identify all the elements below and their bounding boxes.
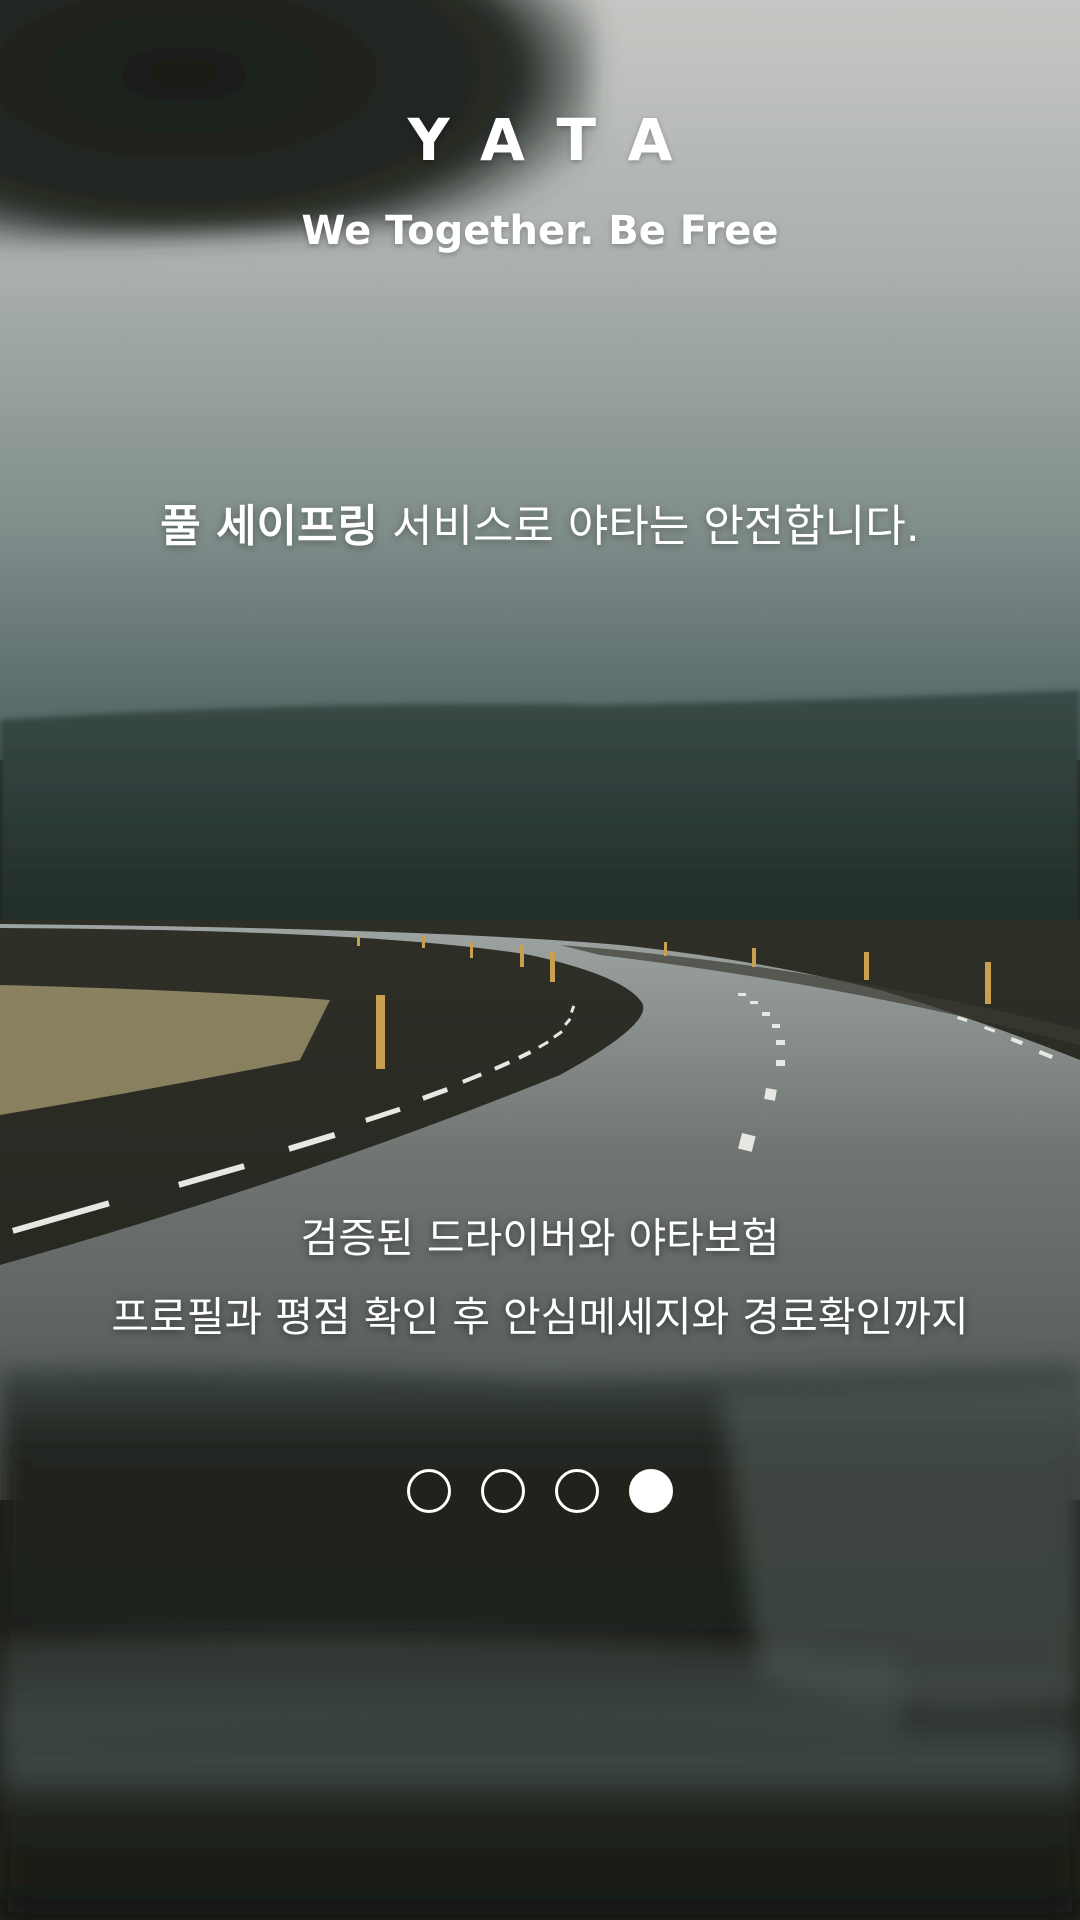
page-dot-3[interactable] bbox=[555, 1469, 599, 1513]
background-road-photo bbox=[0, 0, 1080, 1920]
page-dot-2[interactable] bbox=[481, 1469, 525, 1513]
headline-highlight: 풀 세이프링 bbox=[160, 501, 378, 552]
page-dot-4[interactable] bbox=[629, 1469, 673, 1513]
headline: 풀 세이프링 서비스로 야타는 안전합니다. bbox=[0, 495, 1080, 559]
onboarding-screen: YATA We Together. Be Free 풀 세이프링 서비스로 야타… bbox=[0, 0, 1080, 1920]
app-tagline: We Together. Be Free bbox=[301, 208, 779, 254]
page-indicator bbox=[0, 1469, 1080, 1513]
description-line-2: 프로필과 평점 확인 후 안심메세지와 경로확인까지 bbox=[111, 1293, 969, 1341]
page-dot-1[interactable] bbox=[407, 1469, 451, 1513]
description-line-1: 검증된 드라이버와 야타보험 bbox=[300, 1214, 780, 1262]
headline-text: 서비스로 야타는 안전합니다. bbox=[378, 501, 920, 552]
app-logo: YATA bbox=[407, 106, 709, 174]
